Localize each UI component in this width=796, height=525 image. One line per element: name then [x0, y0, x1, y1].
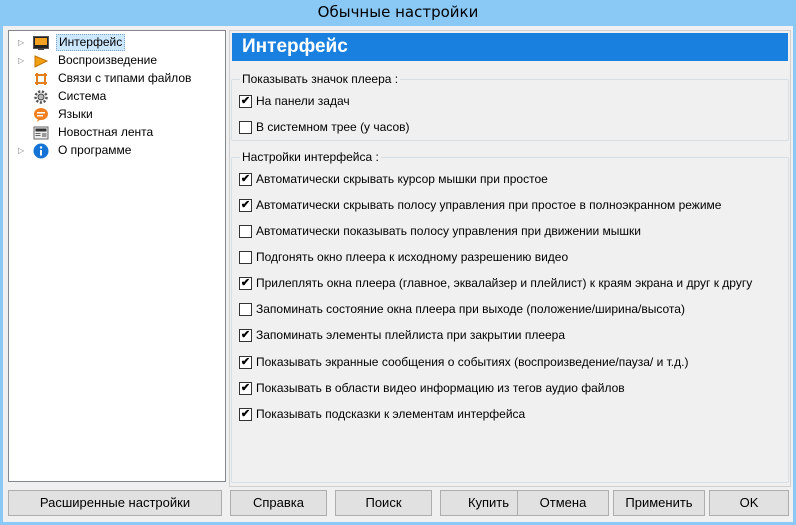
checkbox-label: На панели задач	[256, 94, 350, 108]
dialog-client: ▷ Интерфейс ▷ Воспроизведение Связи с ти…	[3, 26, 793, 522]
checkbox-label: Запоминать элементы плейлиста при закрыт…	[256, 328, 566, 342]
advanced-settings-button[interactable]: Расширенные настройки	[8, 490, 222, 516]
checkbox-box[interactable]: ✔	[239, 408, 252, 421]
help-button[interactable]: Справка	[230, 490, 327, 516]
checkbox-box[interactable]: ✔	[239, 95, 252, 108]
group-title: Показывать значок плеера :	[240, 72, 401, 86]
panel-title: Интерфейс	[232, 33, 788, 61]
checkbox-box[interactable]: ✔	[239, 356, 252, 369]
tree-item-news-feed[interactable]: Новостная лента	[9, 124, 223, 142]
gear-icon	[33, 89, 49, 105]
checkbox-label: Показывать в области видео информацию из…	[256, 381, 625, 395]
checkbox-label: В системном трее (у часов)	[256, 120, 410, 134]
checkbox-label: Прилеплять окна плеера (главное, эквалай…	[256, 276, 753, 290]
interface-settings-group: Настройки интерфейса : ✔ Автоматически с…	[231, 150, 789, 483]
monitor-icon	[33, 35, 49, 51]
window-title: Обычные настройки	[317, 3, 479, 21]
checkbox-box[interactable]	[239, 225, 252, 238]
settings-tree[interactable]: ▷ Интерфейс ▷ Воспроизведение Связи с ти…	[8, 30, 226, 482]
checkbox-label: Автоматически показывать полосу управлен…	[256, 224, 641, 238]
play-icon	[33, 53, 49, 69]
news-icon	[33, 125, 49, 141]
tree-item-label: Интерфейс	[56, 34, 126, 51]
checkbox-box[interactable]: ✔	[239, 199, 252, 212]
checkbox-box[interactable]: ✔	[239, 382, 252, 395]
search-button[interactable]: Поиск	[335, 490, 432, 516]
apply-button[interactable]: Применить	[613, 490, 705, 516]
checkbox-label: Подгонять окно плеера к исходному разреш…	[256, 250, 569, 264]
tree-item-label: Система	[58, 89, 107, 103]
settings-panel: Интерфейс Показывать значок плеера : ✔ Н…	[229, 30, 791, 487]
expand-arrow-icon[interactable]: ▷	[18, 142, 26, 160]
language-icon	[33, 107, 49, 123]
expand-arrow-icon[interactable]: ▷	[18, 34, 26, 52]
checkbox-box[interactable]	[239, 251, 252, 264]
tree-item-languages[interactable]: Языки	[9, 106, 223, 124]
tray-icon-group: Показывать значок плеера : ✔ На панели з…	[231, 72, 789, 141]
tree-item-label: Связи с типами файлов	[58, 71, 192, 85]
group-title: Настройки интерфейса :	[240, 150, 381, 164]
checkbox-label: Запоминать состояние окна плеера при вых…	[256, 302, 685, 316]
tree-item-playback[interactable]: ▷ Воспроизведение	[9, 52, 223, 70]
tree-item-label: Новостная лента	[58, 125, 154, 139]
checkbox-label: Автоматически скрывать курсор мышки при …	[256, 172, 548, 186]
checkbox-label: Показывать подсказки к элементам интерфе…	[256, 407, 526, 421]
tree-item-about[interactable]: ▷ О программе	[9, 142, 223, 160]
tree-item-label: Воспроизведение	[58, 53, 158, 67]
tree-item-system[interactable]: Система	[9, 88, 223, 106]
cancel-button[interactable]: Отмена	[517, 490, 609, 516]
info-icon	[33, 143, 49, 159]
file-associations-icon	[33, 71, 49, 87]
checkbox-box[interactable]: ✔	[239, 173, 252, 186]
tree-item-label: Языки	[58, 107, 93, 121]
settings-window: Обычные настройки ▷ Интерфейс ▷ Воспроиз…	[0, 0, 796, 525]
checkbox-box[interactable]: ✔	[239, 277, 252, 290]
checkbox-label: Показывать экранные сообщения о событиях…	[256, 355, 689, 369]
expand-arrow-icon[interactable]: ▷	[18, 52, 26, 70]
tree-item-interface[interactable]: ▷ Интерфейс	[9, 34, 223, 52]
tree-item-label: О программе	[58, 143, 132, 157]
checkbox-label: Автоматически скрывать полосу управления…	[256, 198, 722, 212]
tree-item-file-associations[interactable]: Связи с типами файлов	[9, 70, 223, 88]
checkbox-box[interactable]	[239, 303, 252, 316]
checkbox-box[interactable]	[239, 121, 252, 134]
ok-button[interactable]: OK	[709, 490, 789, 516]
checkbox-box[interactable]: ✔	[239, 329, 252, 342]
